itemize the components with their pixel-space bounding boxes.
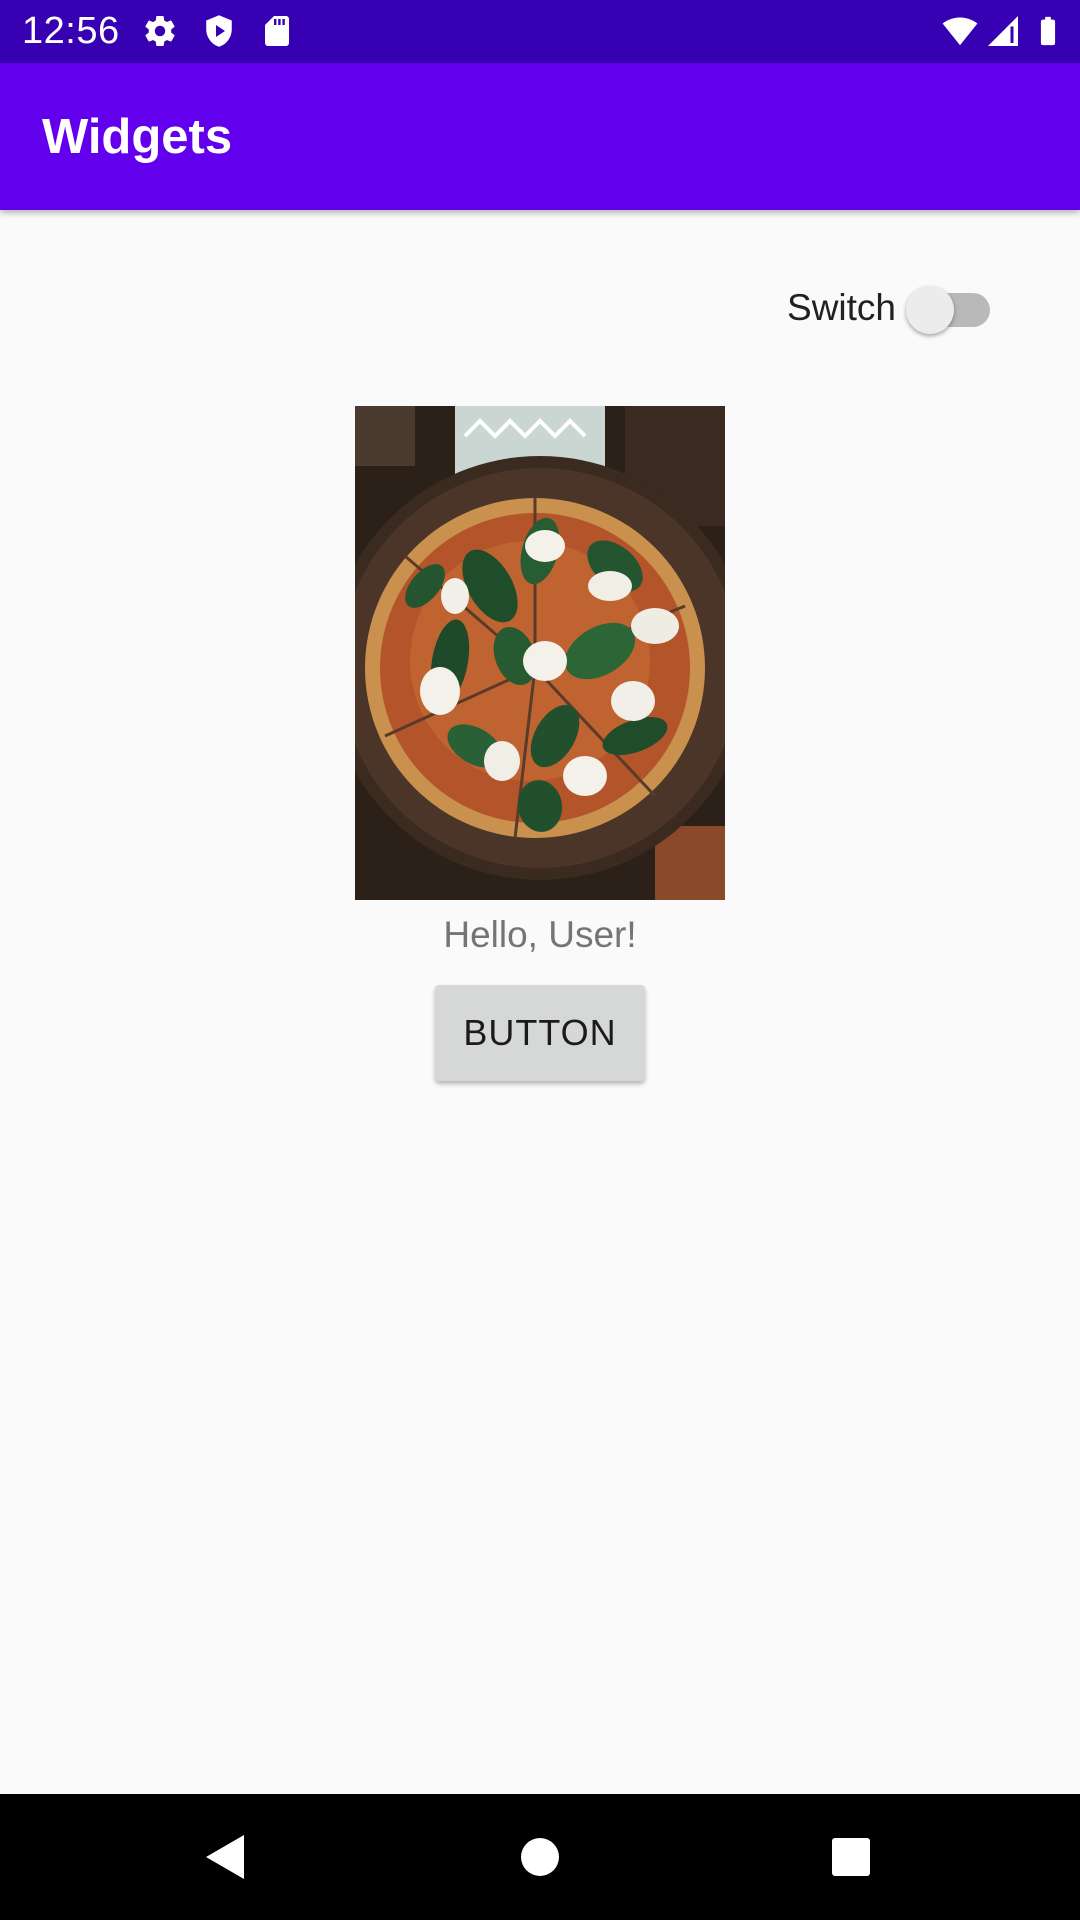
screen: 12:56 Widgets Switch Hello, User! BUTTON bbox=[0, 0, 1080, 1920]
shield-play-icon bbox=[201, 13, 237, 49]
recents-icon[interactable] bbox=[821, 1827, 881, 1887]
back-icon[interactable] bbox=[196, 1827, 256, 1887]
home-icon[interactable] bbox=[510, 1827, 570, 1887]
main-button[interactable]: BUTTON bbox=[435, 985, 645, 1081]
sd-card-icon bbox=[259, 13, 295, 49]
signal-icon bbox=[985, 13, 1021, 49]
settings-icon bbox=[142, 13, 178, 49]
status-time: 12:56 bbox=[22, 10, 120, 52]
status-bar: 12:56 bbox=[0, 0, 1080, 63]
greeting-text: Hello, User! bbox=[443, 914, 637, 955]
app-title: Widgets bbox=[42, 110, 233, 164]
switch-label: Switch bbox=[787, 287, 896, 328]
app-bar: Widgets bbox=[0, 63, 1080, 210]
toggle-switch[interactable] bbox=[906, 283, 990, 334]
switch-row[interactable]: Switch bbox=[787, 283, 990, 334]
battery-icon bbox=[1031, 13, 1065, 49]
pizza-image bbox=[355, 406, 725, 900]
wifi-icon bbox=[942, 13, 978, 49]
navigation-bar bbox=[0, 1794, 1080, 1920]
switch-thumb[interactable] bbox=[906, 286, 954, 334]
